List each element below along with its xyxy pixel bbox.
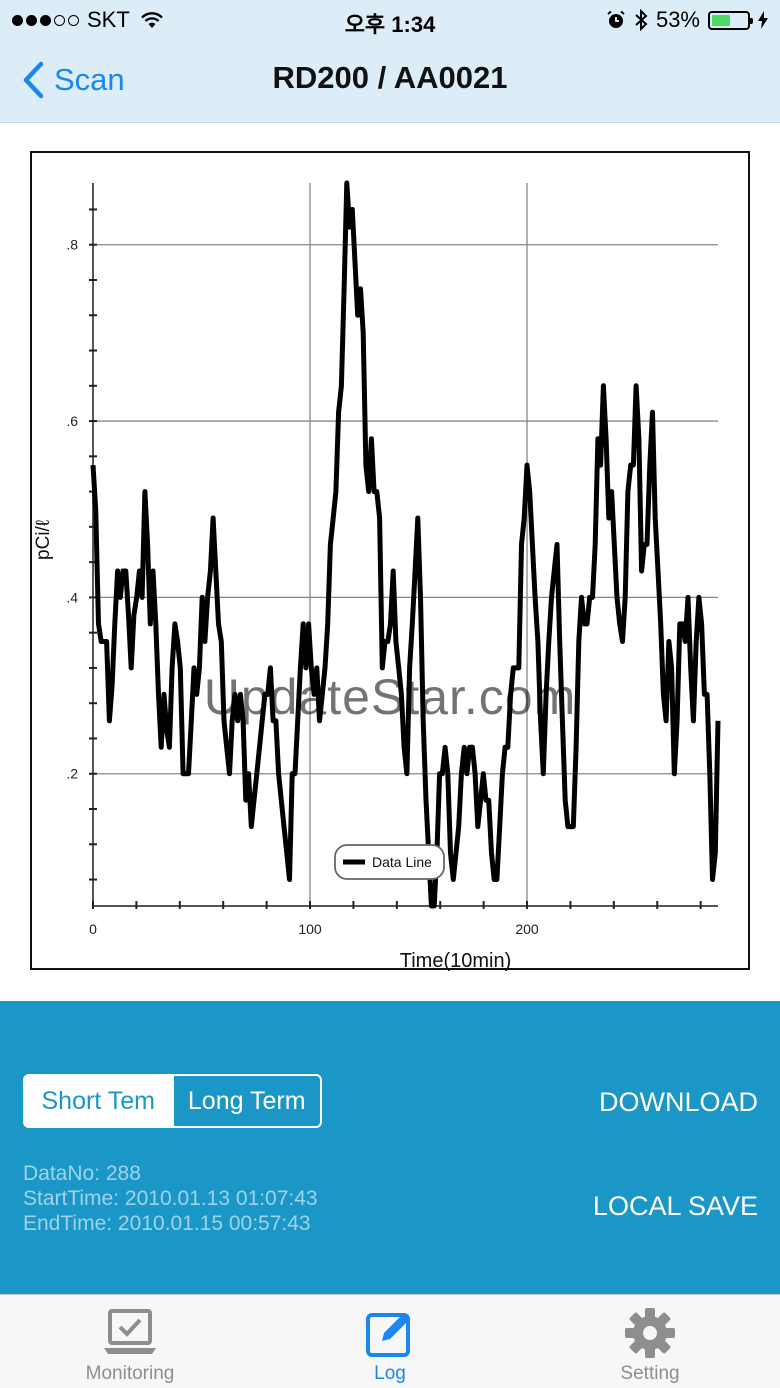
tab-setting-label: Setting bbox=[620, 1363, 680, 1384]
y-axis-label: pCi/ℓ bbox=[33, 520, 54, 560]
x-axis-label: Time(10min) bbox=[400, 950, 512, 972]
series-line bbox=[90, 180, 721, 909]
tab-log-label: Log bbox=[374, 1363, 406, 1384]
y-tick-label: .8 bbox=[66, 237, 78, 253]
log-info: DataNo: 288 StartTime: 2010.01.13 01:07:… bbox=[23, 1161, 318, 1236]
x-tick-label: 200 bbox=[515, 921, 539, 937]
gear-icon bbox=[625, 1308, 675, 1358]
tab-log[interactable]: Log bbox=[290, 1295, 490, 1388]
x-tick-label: 0 bbox=[89, 921, 97, 937]
local-save-button[interactable]: LOCAL SAVE bbox=[593, 1191, 758, 1222]
long-term-tab[interactable]: Long Term bbox=[171, 1076, 321, 1126]
radon-log-chart: .2 .4 .6 .8 0 100 200Time(10min) pCi/ℓ Data Line bbox=[33, 180, 721, 972]
data-count: DataNo: 288 bbox=[23, 1162, 141, 1185]
end-time: EndTime: 2010.01.15 00:57:43 bbox=[23, 1212, 311, 1235]
tab-setting[interactable]: Setting bbox=[550, 1295, 750, 1388]
y-tick-label: .2 bbox=[66, 766, 78, 782]
tab-monitoring[interactable]: Monitoring bbox=[30, 1295, 230, 1388]
log-edit-icon bbox=[366, 1313, 410, 1357]
y-tick-label: .4 bbox=[66, 589, 78, 605]
download-button[interactable]: DOWNLOAD bbox=[599, 1087, 758, 1118]
term-segmented-control: Short Tem Long Term bbox=[23, 1074, 322, 1128]
start-time: StartTime: 2010.01.13 01:07:43 bbox=[23, 1187, 318, 1210]
x-tick-label: 100 bbox=[298, 921, 322, 937]
monitor-icon bbox=[104, 1309, 156, 1354]
tab-monitoring-label: Monitoring bbox=[85, 1363, 175, 1384]
y-tick-label: .6 bbox=[66, 413, 78, 429]
control-panel: Short Tem Long Term DataNo: 288 StartTim… bbox=[0, 1001, 780, 1294]
tab-bar: Monitoring Log Setting bbox=[0, 1294, 780, 1388]
legend-label: Data Line bbox=[372, 854, 432, 870]
short-term-tab[interactable]: Short Tem bbox=[25, 1076, 172, 1126]
